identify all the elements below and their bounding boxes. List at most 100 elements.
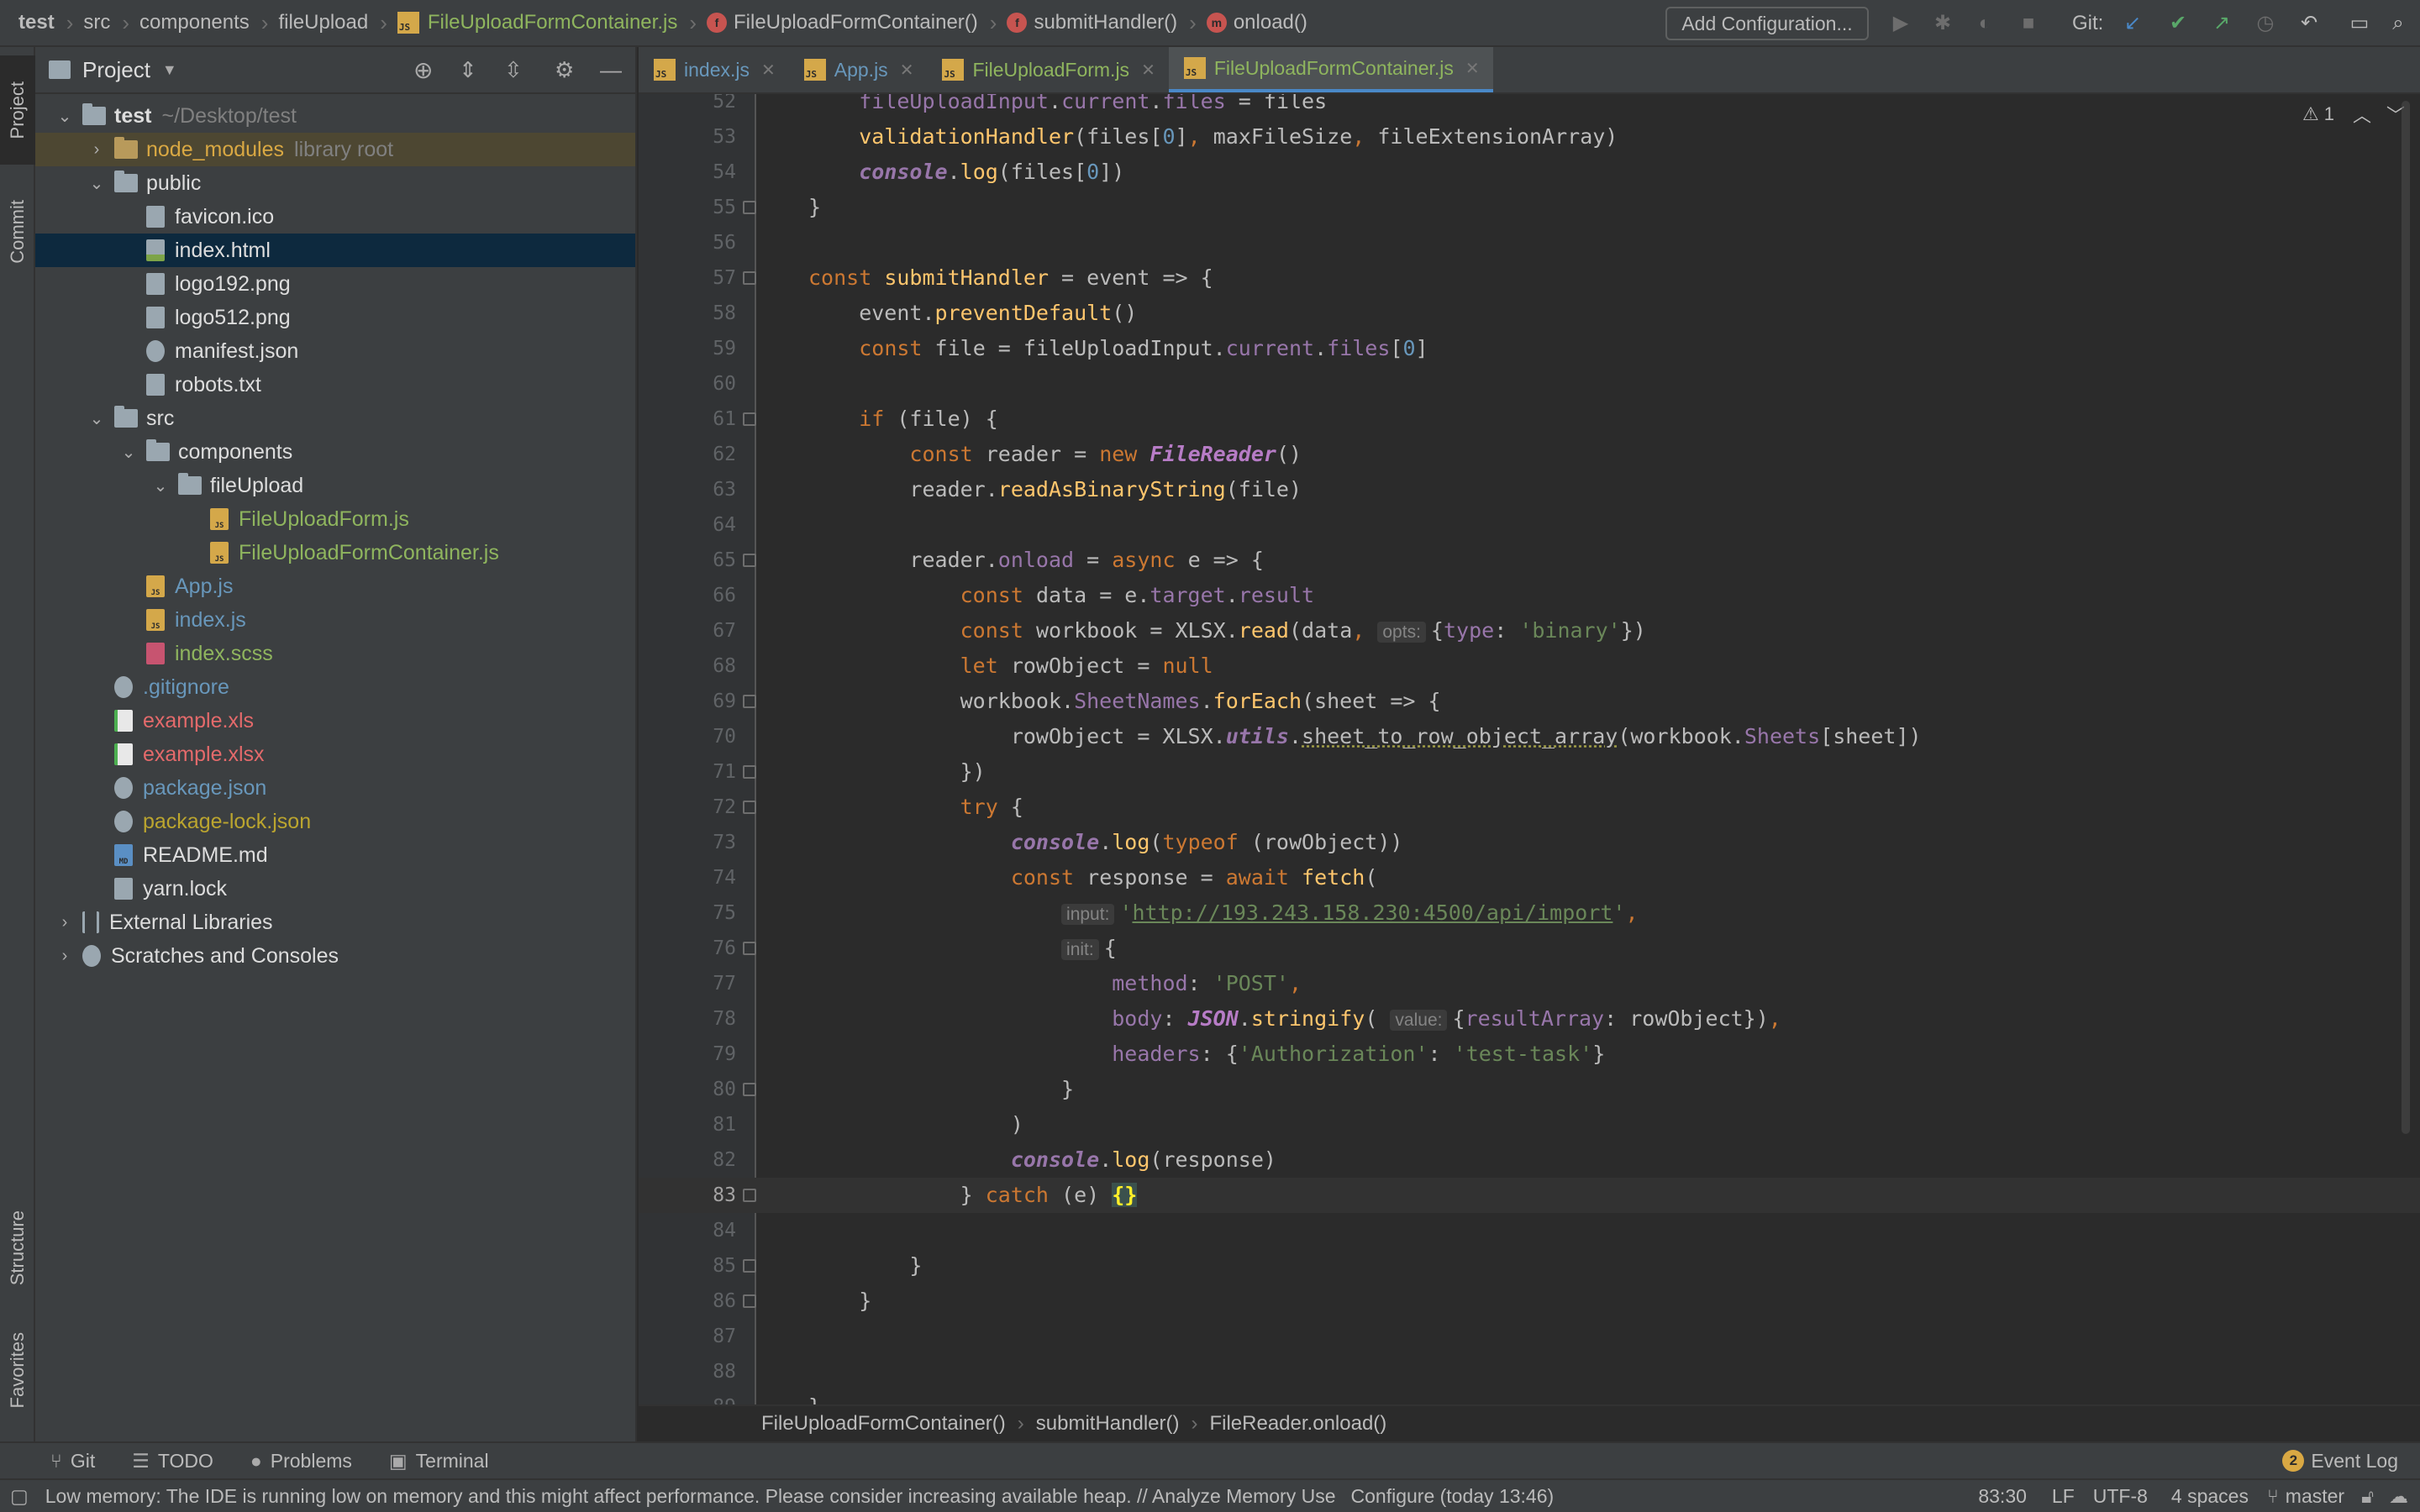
breadcrumb-item-onload[interactable]: m onload() [1206,0,1307,46]
code-line[interactable]: 55} [639,190,2420,225]
code-line[interactable]: 72 try { [639,790,2420,825]
code-line[interactable]: 61 if (file) { [639,402,2420,437]
tree-item[interactable]: robots.txt [35,368,635,402]
code-line[interactable]: 64 [639,507,2420,543]
breadcrumb-item-function[interactable]: f FileUploadFormContainer() › [707,0,1007,46]
chevron-down-icon[interactable]: ⌄ [55,106,74,127]
favorites-tool-tab[interactable]: Favorites [0,1307,35,1433]
project-tool-tab[interactable]: Project [0,55,35,165]
line-separator[interactable]: LF [2052,1485,2075,1508]
code-line[interactable]: 52 fileUploadInput.current.files = files [639,94,2420,119]
tree-item[interactable]: logo512.png [35,301,635,334]
chevron-down-icon[interactable]: ⌄ [119,442,138,463]
rollback-icon[interactable]: ↶ [2297,12,2321,35]
breadcrumb-item-fileupload[interactable]: fileUpload › [278,0,397,46]
tree-item[interactable]: package-lock.json [35,805,635,838]
stop-icon[interactable]: ■ [2017,12,2040,35]
status-message[interactable]: Low memory: The IDE is running low on me… [45,1485,1336,1508]
tree-item[interactable]: index.scss [35,637,635,670]
close-icon[interactable]: ✕ [1465,58,1480,79]
tree-item[interactable]: JS FileUploadFormContainer.js [35,536,635,570]
code-line[interactable]: 83 } catch (e) {} [639,1178,2420,1213]
fold-marker-icon[interactable] [743,412,756,426]
fold-marker-icon[interactable] [743,1294,756,1308]
code-line[interactable]: 88 [639,1354,2420,1389]
code-line[interactable]: 77 method: 'POST', [639,966,2420,1001]
tree-item[interactable]: ⌄ fileUpload [35,469,635,502]
code-line[interactable]: 87 [639,1319,2420,1354]
inspection-widget[interactable]: ⚠ 1 ︿ ﹀ [2302,101,2405,128]
terminal-tool-button[interactable]: ▣ Terminal [389,1450,489,1473]
editor-tab[interactable]: JS FileUploadFormContainer.js ✕ [1168,47,1493,92]
indent-setting[interactable]: 4 spaces [2171,1485,2249,1508]
code-line[interactable]: 66 const data = e.target.result [639,578,2420,613]
expand-all-icon[interactable]: ⇕ [459,57,477,83]
code-line[interactable]: 68 let rowObject = null [639,648,2420,684]
breadcrumb-item-project[interactable]: test › [18,0,83,46]
code-line[interactable]: 53 validationHandler(files[0], maxFileSi… [639,119,2420,155]
gear-icon[interactable]: ⚙ [555,57,574,83]
add-configuration-button[interactable]: Add Configuration... [1665,7,1869,40]
previous-highlight-icon[interactable]: ︿ [2353,101,2371,128]
breadcrumb-item-submithandler[interactable]: f submitHandler() › [1007,0,1206,46]
debug-icon[interactable]: ✱ [1931,12,1954,35]
tree-item[interactable]: .gitignore [35,670,635,704]
lock-icon[interactable]: 🔓︎ [2361,1485,2374,1508]
chevron-down-icon[interactable]: ⌄ [87,173,106,194]
coverage-icon[interactable]: ◐ [1973,12,1996,35]
editor-crumb-container[interactable]: FileUploadFormContainer() [761,1412,1006,1436]
file-encoding[interactable]: UTF-8 [2093,1485,2148,1508]
fold-marker-icon[interactable] [743,554,756,567]
code-line[interactable]: 58 event.preventDefault() [639,296,2420,331]
code-line[interactable]: 54 console.log(files[0]) [639,155,2420,190]
fold-marker-icon[interactable] [743,695,756,708]
code-line[interactable]: 84 [639,1213,2420,1248]
tree-item[interactable]: logo192.png [35,267,635,301]
chevron-down-icon[interactable]: ⌄ [87,408,106,429]
breadcrumb-item-src[interactable]: src › [83,0,139,46]
close-icon[interactable]: ✕ [761,60,776,81]
todo-tool-button[interactable]: ☰ TODO [132,1450,213,1473]
breadcrumb-item-file[interactable]: JS FileUploadFormContainer.js › [397,0,707,46]
code-line[interactable]: 73 console.log(typeof (rowObject)) [639,825,2420,860]
git-update-icon[interactable]: ↙ [2121,12,2144,35]
code-line[interactable]: 57 const submitHandler = event => { [639,260,2420,296]
code-line[interactable]: 76 init:{ [639,931,2420,966]
configure-link[interactable]: Configure (today 13:46) [1351,1485,1555,1508]
breadcrumb-item-components[interactable]: components › [139,0,278,46]
fold-marker-icon[interactable] [743,201,756,214]
editor-crumb-submithandler[interactable]: submitHandler() [1036,1412,1180,1436]
problems-tool-button[interactable]: ● Problems [250,1450,352,1473]
code-line[interactable]: 89} [639,1389,2420,1404]
git-tool-button[interactable]: ⑂ Git [50,1450,95,1473]
code-line[interactable]: 80 } [639,1072,2420,1107]
editor-scrollbar[interactable] [2402,101,2410,1134]
search-icon[interactable]: ⌕ [2386,12,2410,35]
tree-item[interactable]: manifest.json [35,334,635,368]
chevron-down-icon[interactable]: ⌄ [151,475,170,496]
tree-item[interactable]: ⌄ components [35,435,635,469]
project-pane-title[interactable]: Project [82,57,150,83]
tree-item[interactable]: › node_modules library root [35,133,635,166]
tree-item[interactable]: JS index.js [35,603,635,637]
terminal-window-icon[interactable]: ▭ [2348,12,2371,35]
editor-tab[interactable]: JS FileUploadForm.js ✕ [927,47,1168,92]
chevron-down-icon[interactable]: ▼ [162,61,177,79]
code-editor[interactable]: 52 fileUploadInput.current.files = files… [639,94,2420,1404]
code-line[interactable]: 74 const response = await fetch( [639,860,2420,895]
run-icon[interactable]: ▶ [1889,12,1912,35]
fold-marker-icon[interactable] [743,1189,756,1202]
tree-item[interactable]: yarn.lock [35,872,635,906]
code-line[interactable]: 70 rowObject = XLSX.utils.sheet_to_row_o… [639,719,2420,754]
git-commit-icon[interactable]: ✔ [2166,12,2190,35]
close-icon[interactable]: ✕ [900,60,914,81]
tree-item[interactable]: JS App.js [35,570,635,603]
code-line[interactable]: 85 } [639,1248,2420,1284]
code-line[interactable]: 65 reader.onload = async e => { [639,543,2420,578]
tree-item[interactable]: › External Libraries [35,906,635,939]
collapse-all-icon[interactable]: ⇳ [504,57,523,83]
code-line[interactable]: 56 [639,225,2420,260]
hide-icon[interactable]: — [600,57,622,83]
fold-marker-icon[interactable] [743,1083,756,1096]
code-line[interactable]: 78 body: JSON.stringify( value: {resultAr… [639,1001,2420,1037]
